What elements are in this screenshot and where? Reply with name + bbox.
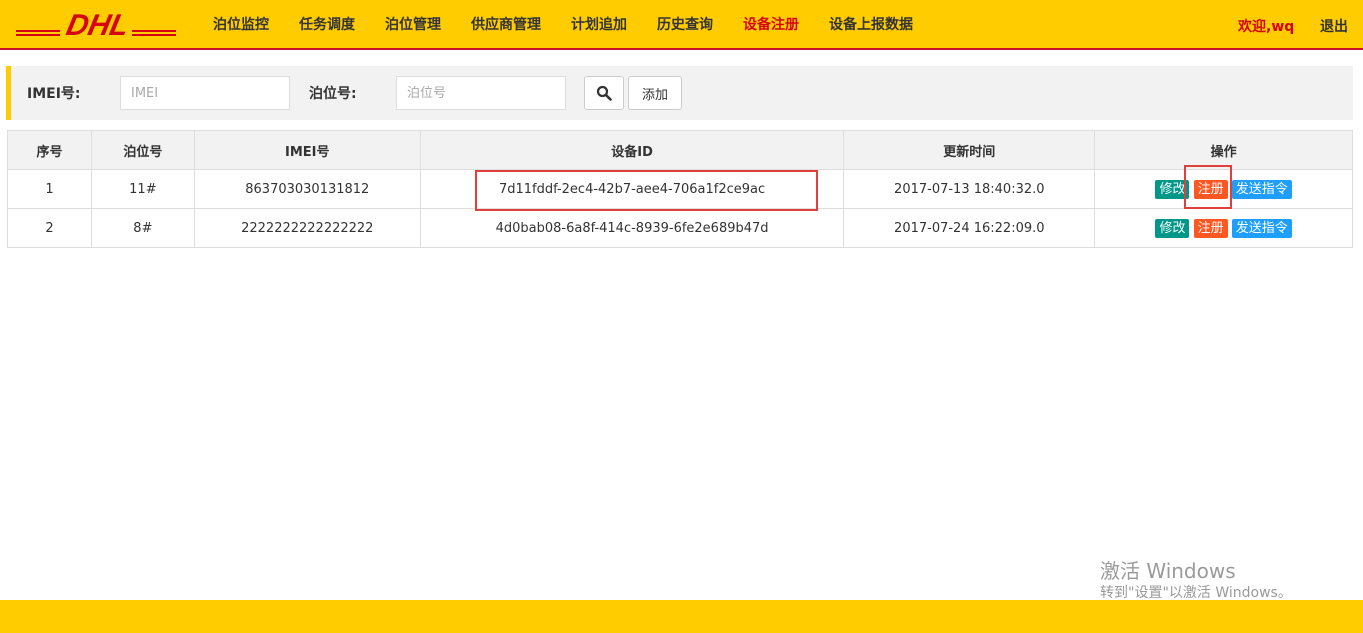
edit-button[interactable]: 修改 (1155, 179, 1190, 199)
col-header-actions: 操作 (1094, 130, 1353, 170)
send-command-button[interactable]: 发送指令 (1231, 218, 1292, 238)
nav-item-berth-monitor[interactable]: 泊位监控 (198, 14, 284, 34)
add-button[interactable]: 添加 (628, 76, 682, 110)
cell-index: 2 (7, 208, 92, 248)
main-nav: 泊位监控 任务调度 泊位管理 供应商管理 计划追加 历史查询 设备注册 设备上报… (198, 0, 928, 48)
nav-item-device-register[interactable]: 设备注册 (728, 14, 814, 34)
table-header-row: 序号 泊位号 IMEI号 设备ID 更新时间 操作 (7, 130, 1353, 170)
cell-updated: 2017-07-24 16:22:09.0 (843, 208, 1096, 248)
cell-device-id: 4d0bab08-6a8f-414c-8939-6fe2e689b47d (419, 208, 845, 248)
cell-berth: 8# (90, 208, 195, 248)
nav-item-task-dispatch[interactable]: 任务调度 (284, 14, 370, 34)
nav-item-plan-append[interactable]: 计划追加 (556, 14, 642, 34)
cell-berth: 11# (90, 169, 195, 209)
send-command-button[interactable]: 发送指令 (1231, 179, 1292, 199)
footer-bar (0, 600, 1363, 633)
activation-watermark-title: 激活 Windows (1100, 559, 1236, 583)
register-button[interactable]: 注册 (1193, 218, 1228, 238)
berth-label: 泊位号: (309, 86, 357, 102)
dhl-logo[interactable]: DHL (14, 10, 176, 40)
cell-actions: 修改 注册 发送指令 (1094, 208, 1353, 248)
cell-index: 1 (7, 169, 92, 209)
edit-button[interactable]: 修改 (1155, 218, 1190, 238)
table-row: 2 8# 2222222222222222 4d0bab08-6a8f-414c… (7, 208, 1353, 248)
cell-actions: 修改 注册 发送指令 (1094, 169, 1353, 209)
top-navbar: DHL 泊位监控 任务调度 泊位管理 供应商管理 计划追加 历史查询 设备注册 … (0, 0, 1363, 50)
nav-item-history-query[interactable]: 历史查询 (642, 14, 728, 34)
register-button[interactable]: 注册 (1193, 179, 1228, 199)
col-header-updated: 更新时间 (843, 130, 1096, 170)
col-header-imei: IMEI号 (193, 130, 421, 170)
imei-label: IMEI号: (27, 86, 81, 102)
logout-link[interactable]: 退出 (1320, 16, 1348, 36)
col-header-index: 序号 (7, 130, 92, 170)
search-icon (596, 85, 612, 101)
table-row: 1 11# 863703030131812 7d11fddf-2ec4-42b7… (7, 169, 1353, 209)
activation-watermark-subtitle: 转到"设置"以激活 Windows。 (1100, 585, 1292, 601)
col-header-berth: 泊位号 (90, 130, 195, 170)
nav-item-berth-manage[interactable]: 泊位管理 (370, 14, 456, 34)
search-button[interactable] (584, 76, 624, 110)
nav-item-device-report-data[interactable]: 设备上报数据 (814, 14, 928, 34)
device-table: 序号 泊位号 IMEI号 设备ID 更新时间 操作 1 11# 86370303… (7, 130, 1353, 248)
cell-imei: 2222222222222222 (193, 208, 421, 248)
cell-imei: 863703030131812 (193, 169, 421, 209)
logo-text: DHL (63, 10, 132, 40)
welcome-user[interactable]: 欢迎,wq (1238, 16, 1294, 36)
nav-item-supplier-manage[interactable]: 供应商管理 (456, 14, 556, 34)
col-header-device-id: 设备ID (419, 130, 845, 170)
search-bar: IMEI号: 泊位号: 添加 (6, 66, 1353, 120)
berth-input[interactable] (396, 76, 566, 110)
imei-input[interactable] (120, 76, 290, 110)
cell-updated: 2017-07-13 18:40:32.0 (843, 169, 1096, 209)
cell-device-id: 7d11fddf-2ec4-42b7-aee4-706a1f2ce9ac (419, 169, 845, 209)
